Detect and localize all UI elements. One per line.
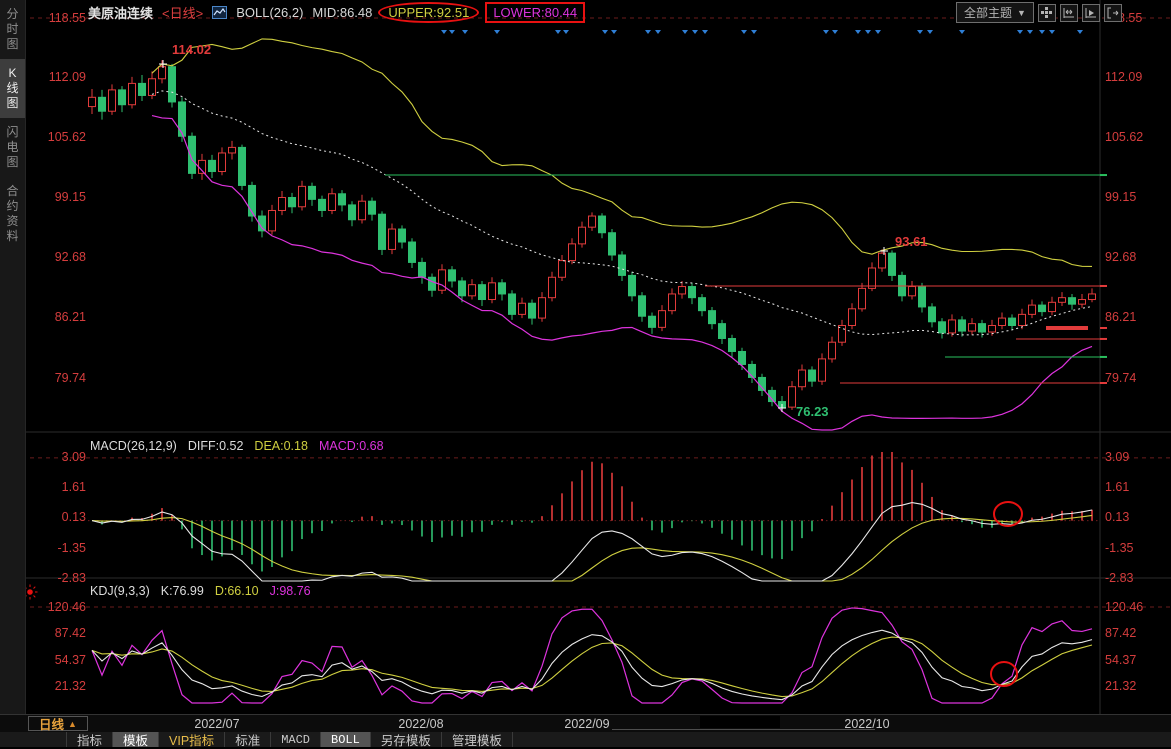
price-axis-label-l: 86.21 — [28, 311, 86, 324]
price-axis-label-r: 99.15 — [1105, 191, 1136, 204]
chart-header: 美原油连续 <日线> BOLL(26,2) MID:86.48 UPPER:92… — [88, 3, 585, 22]
tab-2[interactable]: VIP指标 — [158, 732, 224, 747]
date-label-3: 2022/10 — [844, 717, 889, 731]
sidebar-item-0[interactable]: 分时图 — [0, 0, 25, 59]
price-marker-low: 76.23 — [796, 404, 829, 419]
compress-axis-icon[interactable] — [1060, 4, 1078, 22]
header-controls: 全部主题 ▼ — [956, 2, 1122, 23]
price-axis-label-l: 112.09 — [28, 71, 86, 84]
tab-4[interactable]: MACD — [270, 732, 320, 747]
macd-title: MACD(26,12,9) — [90, 439, 177, 453]
macd-axis-label-l: 0.13 — [28, 511, 86, 524]
kdj-header: KDJ(9,3,3) K:76.99 D:66.10 J:98.76 — [90, 584, 311, 598]
period-label: 日线 — [39, 714, 64, 733]
kdj-j-value: J:98.76 — [270, 584, 311, 598]
symbol-title: 美原油连续 — [88, 3, 153, 22]
tab-0[interactable]: 指标 — [66, 732, 112, 747]
theme-dropdown-label: 全部主题 — [964, 4, 1012, 21]
kdj-axis-label-r: 54.37 — [1105, 654, 1136, 667]
boll-mid-value: MID:86.48 — [312, 5, 372, 20]
kdj-axis-label-r: 21.32 — [1105, 680, 1136, 693]
price-axis-label-r: 105.62 — [1105, 131, 1143, 144]
boll-upper-value: UPPER:92.51 — [378, 2, 479, 23]
indicator-name: BOLL(26,2) — [236, 5, 303, 20]
price-axis-label-r: 92.68 — [1105, 251, 1136, 264]
tab-3[interactable]: 标准 — [224, 732, 270, 747]
period-tag: <日线> — [162, 3, 203, 22]
kdj-axis-label-r: 87.42 — [1105, 627, 1136, 640]
tab-7[interactable]: 管理模板 — [441, 732, 513, 747]
date-label-1: 2022/08 — [398, 717, 443, 731]
date-label-2: 2022/09 — [564, 717, 609, 731]
price-axis-label-r: 86.21 — [1105, 311, 1136, 324]
sidebar-item-1[interactable]: K线图 — [0, 59, 25, 118]
theme-dropdown[interactable]: 全部主题 ▼ — [956, 2, 1034, 23]
macd-axis-label-r: -1.35 — [1105, 542, 1134, 555]
up-triangle-icon: ▲ — [68, 719, 77, 729]
macd-axis-label-l: 3.09 — [28, 451, 86, 464]
price-axis-label-l: 99.15 — [28, 191, 86, 204]
macd-diff-value: DIFF:0.52 — [188, 439, 244, 453]
kdj-axis-label-l: 21.32 — [28, 680, 86, 693]
chart-canvas[interactable] — [0, 0, 1171, 714]
price-axis-label-r: 79.74 — [1105, 372, 1136, 385]
price-axis-label-l: 105.62 — [28, 131, 86, 144]
macd-axis-label-l: 1.61 — [28, 481, 86, 494]
left-sidebar: 分时图K线图闪电图合约资料 — [0, 0, 26, 714]
macd-axis-label-l: -1.35 — [28, 542, 86, 555]
expand-axis-icon[interactable] — [1082, 4, 1100, 22]
app-window: { "header": { "symbol": "美原油连续", "period… — [0, 0, 1171, 747]
price-axis-label-l: 92.68 — [28, 251, 86, 264]
bottom-tabbar: 指标模板VIP指标标准MACDBOLL另存模板管理模板 — [0, 732, 1171, 747]
price-axis-label-l: 79.74 — [28, 372, 86, 385]
exit-icon[interactable] — [1104, 4, 1122, 22]
price-marker-high1: 114.02 — [172, 42, 211, 57]
boll-lower-value: LOWER:80.44 — [485, 2, 585, 23]
crosshair-icon[interactable] — [1038, 4, 1056, 22]
macd-macd-value: MACD:0.68 — [319, 439, 384, 453]
macd-axis-label-l: -2.83 — [28, 572, 86, 585]
chevron-down-icon: ▼ — [1017, 8, 1026, 18]
price-axis-label-r: 112.09 — [1105, 71, 1142, 84]
kline-icon — [212, 6, 227, 19]
kdj-axis-label-l: 87.42 — [28, 627, 86, 640]
scrollbar-thumb[interactable] — [700, 716, 780, 728]
macd-axis-label-r: -2.83 — [1105, 572, 1134, 585]
macd-axis-label-r: 1.61 — [1105, 481, 1129, 494]
kdj-k-value: K:76.99 — [161, 584, 204, 598]
period-selector[interactable]: 日线 ▲ — [28, 716, 88, 731]
price-marker-high2: 93.61 — [895, 234, 928, 249]
kdj-title: KDJ(9,3,3) — [90, 584, 150, 598]
tab-5[interactable]: BOLL — [320, 732, 370, 747]
tab-1[interactable]: 模板 — [112, 732, 158, 747]
macd-dea-value: DEA:0.18 — [254, 439, 308, 453]
macd-header: MACD(26,12,9) DIFF:0.52 DEA:0.18 MACD:0.… — [90, 439, 384, 453]
sidebar-item-2[interactable]: 闪电图 — [0, 118, 25, 177]
sidebar-item-3[interactable]: 合约资料 — [0, 177, 25, 251]
kdj-axis-label-l: 54.37 — [28, 654, 86, 667]
tab-6[interactable]: 另存模板 — [370, 732, 441, 747]
scrollbar-track[interactable] — [612, 729, 875, 730]
price-axis-label-l: 118.55 — [28, 12, 86, 25]
kdj-axis-label-l: 120.46 — [28, 601, 86, 614]
date-label-0: 2022/07 — [194, 717, 239, 731]
kdj-d-value: D:66.10 — [215, 584, 259, 598]
macd-axis-label-r: 0.13 — [1105, 511, 1129, 524]
kdj-axis-label-r: 120.46 — [1105, 601, 1143, 614]
macd-axis-label-r: 3.09 — [1105, 451, 1129, 464]
